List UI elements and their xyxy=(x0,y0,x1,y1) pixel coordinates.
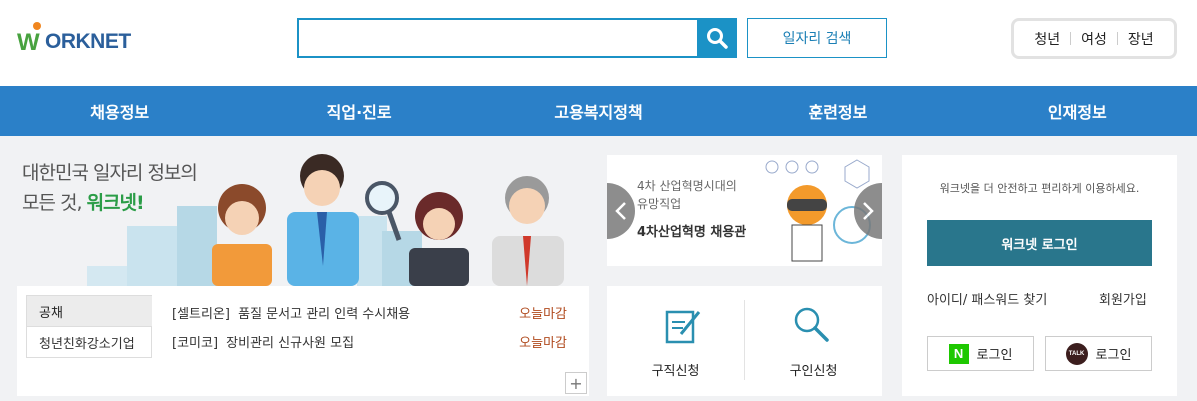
list-item[interactable]: [셀트리온] 품질 문서고 관리 인력 수시채용 오늘마감 xyxy=(172,303,567,325)
job-seeker-apply-button[interactable]: 구직신청 xyxy=(607,286,744,396)
magnifier-icon xyxy=(794,307,829,342)
signup-link[interactable]: 회원가입 xyxy=(1099,289,1147,308)
job-search-button[interactable]: 일자리 검색 xyxy=(747,18,887,58)
banner-subtitle: 4차 산업혁명시대의 유망직업 xyxy=(637,179,737,211)
hero-line2-prefix: 모든 것, xyxy=(22,192,87,214)
tab-public-recruit[interactable]: 공채 xyxy=(26,295,152,327)
quick-link-senior[interactable]: 장년 xyxy=(1118,29,1164,49)
naver-icon: N xyxy=(948,343,969,364)
deadline-badge: 오늘마감 xyxy=(519,307,567,322)
search-button[interactable] xyxy=(697,18,737,58)
chevron-right-icon xyxy=(863,202,874,220)
document-pen-icon xyxy=(665,310,701,344)
search-box xyxy=(297,18,698,58)
search-input[interactable] xyxy=(299,20,698,56)
quick-link-youth[interactable]: 청년 xyxy=(1024,29,1070,49)
main-nav: 채용정보 직업·진로 고용복지정책 훈련정보 인재정보 xyxy=(0,86,1197,136)
hero-line2-highlight: 워크넷! xyxy=(86,192,145,214)
quick-link-women[interactable]: 여성 xyxy=(1071,29,1117,49)
nav-item-welfare[interactable]: 고용복지정책 xyxy=(479,86,718,136)
hero-banner[interactable]: 대한민국 일자리 정보의 모든 것, 워크넷! xyxy=(17,136,589,286)
company-name: [셀트리온] xyxy=(172,307,230,322)
naver-login-label: 로그인 xyxy=(976,348,1013,363)
quick-links: 청년 여성 장년 xyxy=(1011,18,1177,59)
employer-apply-button[interactable]: 구인신청 xyxy=(745,286,882,396)
logo-w: W xyxy=(17,29,40,56)
job-title: 장비관리 신규사원 모집 xyxy=(226,336,355,351)
apply-panel: 구직신청 구인신청 xyxy=(607,286,882,396)
more-button[interactable]: + xyxy=(565,372,587,394)
nav-item-career[interactable]: 직업·진로 xyxy=(239,86,478,136)
job-seeker-label: 구직신청 xyxy=(651,364,700,379)
job-notice-panel: 공채 청년친화강소기업 [셀트리온] 품질 문서고 관리 인력 수시채용 오늘마… xyxy=(17,286,589,396)
job-title: 품질 문서고 관리 인력 수시채용 xyxy=(238,307,411,322)
employer-label: 구인신청 xyxy=(789,364,838,379)
banner-title: 4차산업혁명 채용관 xyxy=(637,225,747,240)
kakao-login-button[interactable]: TALK 로그인 xyxy=(1045,336,1152,371)
login-message: 워크넷을 더 안전하고 편리하게 이용하세요. xyxy=(939,182,1140,195)
find-account-link[interactable]: 아이디/ 패스워드 찾기 xyxy=(927,289,1047,308)
list-item[interactable]: [코미코] 장비관리 신규사원 모집 오늘마감 xyxy=(172,332,567,354)
naver-login-button[interactable]: N 로그인 xyxy=(927,336,1034,371)
hero-heading-line2: 모든 것, 워크넷! xyxy=(22,188,145,215)
nav-item-talent[interactable]: 인재정보 xyxy=(958,86,1197,136)
worknet-logo[interactable]: W ORKNET xyxy=(17,18,177,58)
kakao-login-label: 로그인 xyxy=(1095,348,1132,363)
company-name: [코미코] xyxy=(172,336,219,351)
hero-heading-line1: 대한민국 일자리 정보의 xyxy=(22,162,198,184)
search-icon xyxy=(707,28,728,49)
tab-youth-friendly[interactable]: 청년친화강소기업 xyxy=(26,326,152,358)
chevron-left-icon xyxy=(615,202,626,220)
deadline-badge: 오늘마감 xyxy=(519,336,567,351)
promo-banner[interactable]: 4차 산업혁명시대의 유망직업 4차산업혁명 채용관 xyxy=(607,155,882,266)
login-panel: 워크넷을 더 안전하고 편리하게 이용하세요. 워크넷 로그인 아이디/ 패스워… xyxy=(902,155,1177,396)
nav-item-jobs[interactable]: 채용정보 xyxy=(0,86,239,136)
kakao-talk-icon: TALK xyxy=(1065,342,1088,365)
nav-item-training[interactable]: 훈련정보 xyxy=(718,86,957,136)
logo-text: ORKNET xyxy=(45,30,131,53)
header: W ORKNET 일자리 검색 청년 여성 장년 xyxy=(0,0,1197,86)
worknet-login-button[interactable]: 워크넷 로그인 xyxy=(927,220,1152,266)
